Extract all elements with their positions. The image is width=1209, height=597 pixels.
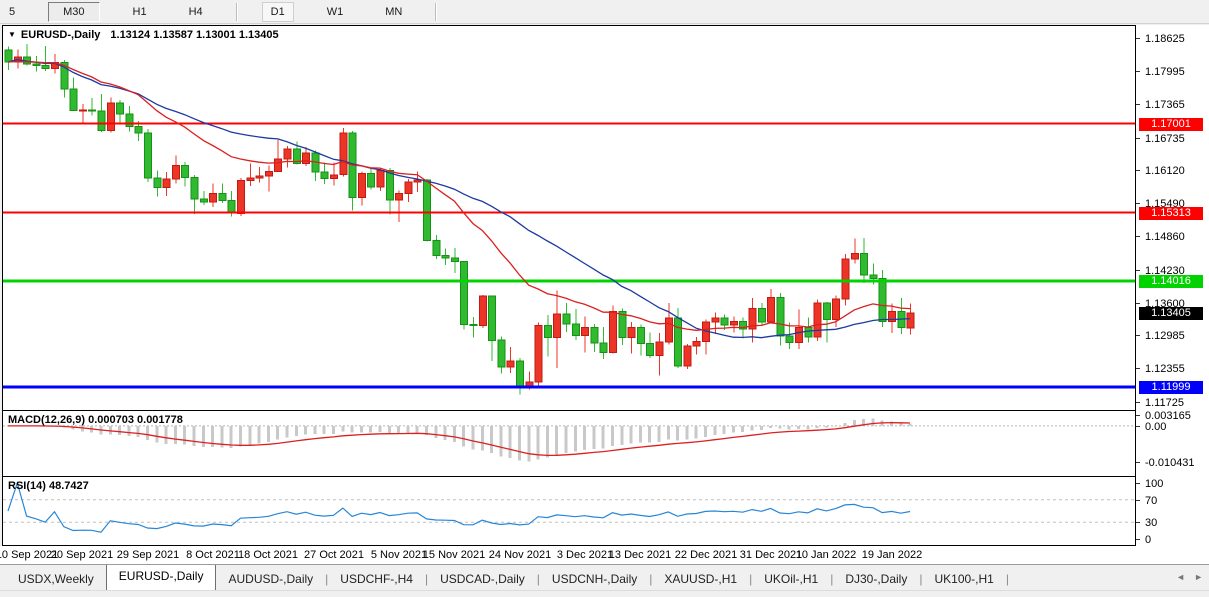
toolbar-separator: [435, 3, 437, 21]
axis-tick: [1136, 539, 1140, 540]
tab-dj30-daily[interactable]: DJ30-,Daily: [833, 569, 919, 590]
hline-price-badge: 1.17001: [1139, 118, 1203, 131]
axis-tick: [1136, 335, 1140, 336]
price-axis-label: 1.17365: [1145, 99, 1185, 111]
price-axis-label: 1.12985: [1145, 330, 1185, 342]
hline-price-badge: 1.11999: [1139, 381, 1203, 394]
macd-label: MACD(12,26,9) 0.000703 0.001778: [8, 414, 183, 426]
date-axis-label: 19 Jan 2022: [862, 549, 923, 561]
axis-tick: [1136, 500, 1140, 501]
tab-separator: |: [1006, 569, 1009, 590]
timeframe-button-m30[interactable]: M30: [48, 2, 99, 22]
tab-scroll-right-icon[interactable]: ►: [1194, 572, 1203, 582]
hline-price-badge: 1.14016: [1139, 275, 1203, 288]
price-axis[interactable]: 1.186251.179951.173651.167351.161201.154…: [1136, 25, 1209, 546]
price-axis-label: 1.17995: [1145, 66, 1185, 78]
tab-usdchf-h4[interactable]: USDCHF-,H4: [328, 569, 425, 590]
date-axis-label: 5 Nov 2021: [371, 549, 427, 561]
axis-tick: [1136, 38, 1140, 39]
axis-tick: [1136, 138, 1140, 139]
date-axis-label: 20 Sep 2021: [51, 549, 113, 561]
axis-tick: [1136, 203, 1140, 204]
current-price-badge: 1.13405: [1139, 307, 1203, 320]
tab-ukoil-h1[interactable]: UKOil-,H1: [752, 569, 830, 590]
tab-audusd-daily[interactable]: AUDUSD-,Daily: [216, 569, 325, 590]
date-axis-label: 29 Sep 2021: [117, 549, 179, 561]
rsi-indicator-pane[interactable]: RSI(14) 48.7427: [2, 476, 1136, 546]
date-axis-label: 18 Oct 2021: [238, 549, 298, 561]
rsi-label: RSI(14) 48.7427: [8, 480, 89, 492]
macd-indicator-pane[interactable]: MACD(12,26,9) 0.000703 0.001778: [2, 410, 1136, 477]
tab-scroll-arrows: ◄ ►: [1176, 572, 1203, 582]
axis-tick: [1136, 236, 1140, 237]
price-axis-label: 1.18625: [1145, 33, 1185, 45]
rsi-axis-label: 70: [1145, 495, 1157, 507]
axis-tick: [1136, 462, 1140, 463]
tab-scroll-left-icon[interactable]: ◄: [1176, 572, 1185, 582]
axis-tick: [1136, 522, 1140, 523]
chart-symbol-label: EURUSD-,Daily: [21, 29, 100, 41]
axis-tick: [1136, 270, 1140, 271]
date-axis-label: 31 Dec 2021: [740, 549, 802, 561]
tab-eurusd-daily[interactable]: EURUSD-,Daily: [106, 564, 217, 590]
toolbar-separator: [236, 3, 238, 21]
timeframe-button-h1[interactable]: H1: [124, 2, 156, 22]
axis-tick: [1136, 71, 1140, 72]
axis-tick: [1136, 303, 1140, 304]
price-axis-label: 1.16735: [1145, 133, 1185, 145]
chart-ohlc-values: 1.13124 1.13587 1.13001 1.13405: [110, 29, 278, 41]
timeframe-button-mn[interactable]: MN: [376, 2, 411, 22]
date-axis-label: 10 Sep 2021: [0, 549, 58, 561]
date-axis-label: 10 Jan 2022: [796, 549, 857, 561]
tab-usdcnh-daily[interactable]: USDCNH-,Daily: [540, 569, 649, 590]
status-bar: [0, 590, 1209, 597]
price-axis-label: 1.16120: [1145, 165, 1185, 177]
price-axis-label: 1.12355: [1145, 363, 1185, 375]
tab-xauusd-h1[interactable]: XAUUSD-,H1: [652, 569, 749, 590]
macd-axis-label: -0.010431: [1145, 457, 1195, 469]
axis-tick: [1136, 483, 1140, 484]
axis-tick: [1136, 104, 1140, 105]
timeframe-toolbar: 5 M30 H1 H4 D1 W1 MN: [0, 0, 1209, 24]
chart-tab-bar: USDX,WeeklyEURUSD-,DailyAUDUSD-,Daily | US…: [0, 564, 1209, 590]
time-axis[interactable]: 10 Sep 202120 Sep 2021 29 Sep 2021 8 Oct 2…: [0, 546, 1209, 564]
axis-tick: [1136, 402, 1140, 403]
date-axis-label: 13 Dec 2021: [609, 549, 671, 561]
axis-tick: [1136, 415, 1140, 416]
axis-tick: [1136, 170, 1140, 171]
chart-title: ▼ EURUSD-,Daily 1.13124 1.13587 1.13001 1.…: [8, 29, 279, 41]
price-axis-label: 1.11725: [1145, 397, 1184, 409]
price-chart-pane[interactable]: ▼ EURUSD-,Daily 1.13124 1.13587 1.13001 1.…: [2, 25, 1136, 411]
axis-tick: [1136, 426, 1140, 427]
date-axis-label: 24 Nov 2021: [489, 549, 551, 561]
timeframe-button-d1[interactable]: D1: [262, 2, 294, 22]
hline-price-badge: 1.15313: [1139, 207, 1203, 220]
date-axis-label: 22 Dec 2021: [675, 549, 737, 561]
timeframe-button-h4[interactable]: H4: [180, 2, 212, 22]
date-axis-label: 15 Nov 2021: [423, 549, 485, 561]
axis-tick: [1136, 368, 1140, 369]
date-axis-label: 8 Oct 2021: [186, 549, 240, 561]
symbol-dropdown-icon[interactable]: ▼: [8, 30, 16, 39]
tab-usdx-weekly[interactable]: USDX,Weekly: [6, 569, 106, 590]
date-axis-label: 27 Oct 2021: [304, 549, 364, 561]
timeframe-button-w1[interactable]: W1: [318, 2, 353, 22]
date-axis-label: 3 Dec 2021: [557, 549, 613, 561]
macd-axis-label: 0.00: [1145, 421, 1166, 433]
terminal-window: 5 M30 H1 H4 D1 W1 MN ▼ EURUSD-,Daily 1.13124 1.1…: [0, 0, 1209, 597]
rsi-axis-label: 0: [1145, 534, 1151, 546]
timeframe-button-5[interactable]: 5: [0, 2, 24, 22]
rsi-axis-label: 30: [1145, 517, 1157, 529]
tab-usdcad-daily[interactable]: USDCAD-,Daily: [428, 569, 537, 590]
rsi-axis-label: 100: [1145, 478, 1163, 490]
price-axis-label: 1.14860: [1145, 231, 1185, 243]
tab-uk100-h1[interactable]: UK100-,H1: [922, 569, 1005, 590]
